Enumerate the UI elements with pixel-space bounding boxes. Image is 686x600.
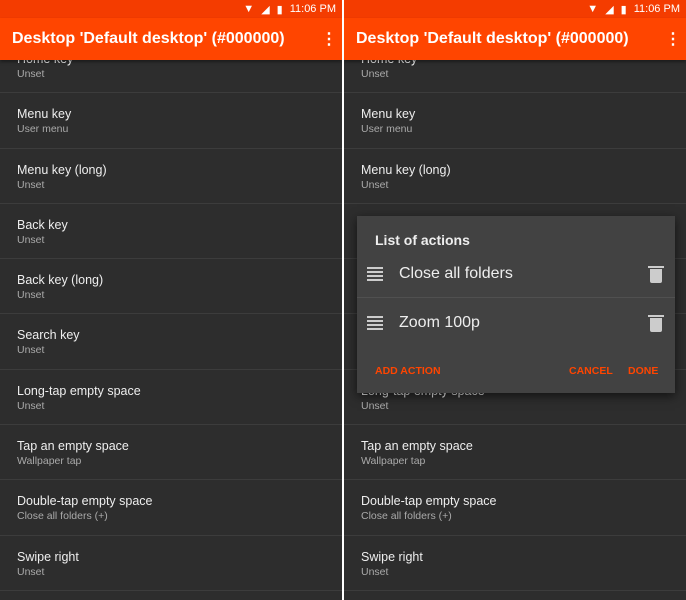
list-item[interactable]: Menu key User menu [0, 93, 342, 149]
wifi-icon: ▼ [587, 3, 599, 15]
item-subtitle: Wallpaper tap [361, 455, 426, 468]
list-item[interactable]: Double-tap empty space Close all folders … [0, 480, 342, 536]
status-time: 11:06 PM [289, 3, 336, 15]
list-item[interactable]: Menu key (long) Unset [0, 149, 342, 204]
drag-handle-icon[interactable] [367, 266, 383, 281]
list-item[interactable]: Tap an empty space Wallpaper tap [344, 425, 686, 481]
trash-icon[interactable] [648, 265, 664, 283]
item-title: Search key [17, 328, 80, 343]
more-options-icon[interactable]: ⋮ [660, 29, 686, 49]
item-title: Menu key (long) [361, 162, 451, 177]
item-title: Tap an empty space [17, 439, 129, 454]
item-subtitle: Wallpaper tap [17, 455, 82, 468]
list-item[interactable]: Menu key User menu [344, 93, 686, 149]
action-label: Close all folders [399, 264, 513, 282]
list-item[interactable]: Swipe right Unset [0, 536, 342, 591]
battery-icon: ▮ [276, 3, 283, 16]
item-title: Double-tap empty space [361, 494, 497, 509]
item-title: Menu key [361, 107, 416, 122]
item-subtitle: Unset [361, 565, 389, 578]
action-item[interactable]: Zoom 100p [357, 299, 675, 347]
trash-icon[interactable] [648, 314, 664, 332]
more-options-icon[interactable]: ⋮ [316, 29, 342, 49]
list-item[interactable]: Swipe right Unset [344, 536, 686, 591]
status-time: 11:06 PM [633, 3, 680, 15]
list-item[interactable]: Long-tap empty spaceUnset [0, 370, 342, 426]
item-subtitle: Unset [361, 68, 389, 80]
item-title: Double-tap empty space [17, 494, 153, 509]
drag-handle-icon[interactable] [367, 316, 383, 330]
action-label: Zoom 100p [399, 314, 480, 331]
list-item[interactable]: Search keyUnset [0, 314, 342, 370]
item-title: Tap an empty space [361, 439, 473, 454]
item-title: Swipe right [361, 549, 423, 564]
settings-list: Home keyUnsetMenu keyUser menuMenu key (… [0, 38, 342, 591]
item-title: Menu key [17, 107, 72, 122]
item-subtitle: Unset [17, 178, 45, 191]
item-subtitle: Unset [361, 399, 389, 412]
item-subtitle: User menu [361, 123, 413, 136]
list-item[interactable]: Tap an empty space Wallpaper tap [0, 425, 342, 481]
item-subtitle: Unset [17, 233, 45, 246]
item-title: Menu key (long) [17, 162, 107, 177]
add-action-button[interactable]: ADD ACTION [375, 365, 441, 377]
list-item[interactable]: Back key (long)Unset [0, 259, 342, 315]
item-title: Long-tap empty space [17, 383, 141, 398]
status-bar: ▼ ◢ ▮ 11:06 PM [344, 0, 686, 18]
list-of-actions-dialog: List of actions Close all folders Zoom 1… [357, 216, 675, 393]
cancel-button[interactable]: CANCEL [569, 365, 613, 377]
list-item[interactable]: Menu key (long) Unset [344, 149, 686, 204]
item-title: Swipe right [17, 549, 79, 564]
dialog-title: List of actions [375, 232, 470, 248]
battery-icon: ▮ [620, 3, 627, 16]
toolbar: Desktop 'Default desktop' (#000000) ⋮ [0, 18, 342, 60]
item-subtitle: Unset [17, 289, 45, 302]
toolbar: Desktop 'Default desktop' (#000000) ⋮ [344, 18, 686, 60]
item-subtitle: Unset [17, 344, 45, 357]
page-title: Desktop 'Default desktop' (#000000) [12, 30, 285, 47]
item-subtitle: Close all folders (+) [17, 510, 108, 523]
wifi-icon: ▼ [243, 3, 255, 15]
list-item[interactable]: Double-tap empty space Close all folders … [344, 480, 686, 536]
done-button[interactable]: DONE [628, 365, 658, 377]
item-subtitle: User menu [17, 123, 69, 136]
status-bar: ▼ ◢ ▮ 11:06 PM [0, 0, 342, 18]
item-subtitle: Unset [17, 68, 45, 80]
item-subtitle: Unset [17, 399, 45, 412]
item-subtitle: Unset [361, 178, 389, 191]
item-subtitle: Close all folders (+) [361, 510, 452, 523]
item-title: Back key [17, 217, 68, 232]
screen-left: ▼ ◢ ▮ 11:06 PM Desktop 'Default desktop'… [0, 0, 342, 600]
item-subtitle: Unset [17, 565, 45, 578]
screen-right: ▼ ◢ ▮ 11:06 PM Desktop 'Default desktop'… [344, 0, 686, 600]
page-title: Desktop 'Default desktop' (#000000) [356, 30, 629, 47]
signal-icon: ◢ [261, 3, 270, 16]
item-title: Back key (long) [17, 273, 104, 288]
list-item[interactable]: Back keyUnset [0, 204, 342, 260]
signal-icon: ◢ [605, 3, 614, 16]
action-item[interactable]: Close all folders [357, 250, 675, 298]
